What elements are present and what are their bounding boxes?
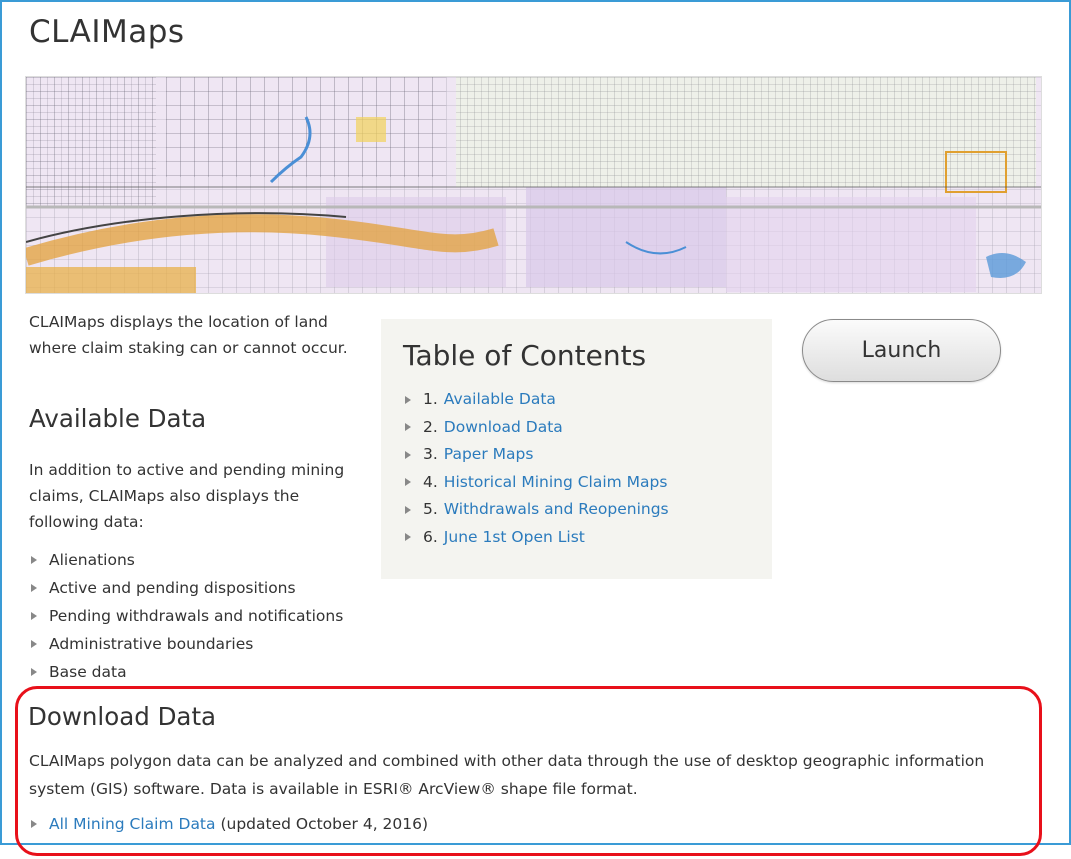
available-data-text: In addition to active and pending mining… — [29, 461, 345, 531]
launch-button[interactable]: Launch — [802, 319, 1001, 382]
intro-text: CLAIMaps displays the location of land w… — [29, 313, 348, 357]
toc-link-open-list[interactable]: June 1st Open List — [444, 524, 585, 552]
list-item: Administrative boundaries — [29, 630, 343, 658]
list-item: Active and pending dispositions — [29, 574, 343, 602]
section-heading-download-data: Download Data — [28, 702, 217, 731]
download-link-note: (updated October 4, 2016) — [215, 815, 429, 833]
toc-list: 1. Available Data 2. Download Data 3. Paper… — [403, 386, 772, 551]
all-mining-claim-data-link[interactable]: All Mining Claim Data — [49, 815, 216, 833]
toc-link-paper-maps[interactable]: Paper Maps — [444, 441, 534, 469]
page-title: CLAIMaps — [29, 14, 185, 50]
bullet-triangle-icon — [405, 423, 411, 432]
bullet-triangle-icon — [31, 668, 37, 676]
list-item: Alienations — [29, 546, 343, 574]
available-data-list: Alienations Active and pending dispositi… — [29, 546, 343, 686]
toc-item: 2. Download Data — [403, 414, 772, 442]
toc-heading: Table of Contents — [403, 339, 647, 372]
bullet-triangle-icon — [31, 612, 37, 620]
bullet-triangle-icon — [31, 556, 37, 564]
toc-link-historical-maps[interactable]: Historical Mining Claim Maps — [444, 469, 668, 497]
toc-item: 1. Available Data — [403, 386, 772, 414]
bullet-triangle-icon — [31, 820, 37, 828]
toc-item: 5. Withdrawals and Reopenings — [403, 496, 772, 524]
bullet-triangle-icon — [405, 505, 411, 514]
toc-item: 6. June 1st Open List — [403, 524, 772, 552]
toc-item: 4. Historical Mining Claim Maps — [403, 469, 772, 497]
download-data-text: CLAIMaps polygon data can be analyzed an… — [29, 752, 985, 798]
bullet-triangle-icon — [31, 640, 37, 648]
list-item: Base data — [29, 658, 343, 686]
toc-item: 3. Paper Maps — [403, 441, 772, 469]
bullet-triangle-icon — [405, 478, 411, 487]
download-link-item: All Mining Claim Data (updated October 4… — [29, 815, 428, 833]
toc-link-available-data[interactable]: Available Data — [444, 386, 556, 414]
toc-link-withdrawals[interactable]: Withdrawals and Reopenings — [444, 496, 669, 524]
bullet-triangle-icon — [405, 395, 411, 404]
bullet-triangle-icon — [31, 584, 37, 592]
bullet-triangle-icon — [405, 533, 411, 542]
list-item: Pending withdrawals and notifications — [29, 602, 343, 630]
bullet-triangle-icon — [405, 450, 411, 459]
section-heading-available-data: Available Data — [29, 404, 207, 433]
banner-map-image — [25, 76, 1042, 294]
toc-link-download-data[interactable]: Download Data — [444, 414, 563, 442]
table-of-contents: Table of Contents 1. Available Data 2. Dow… — [381, 319, 772, 579]
